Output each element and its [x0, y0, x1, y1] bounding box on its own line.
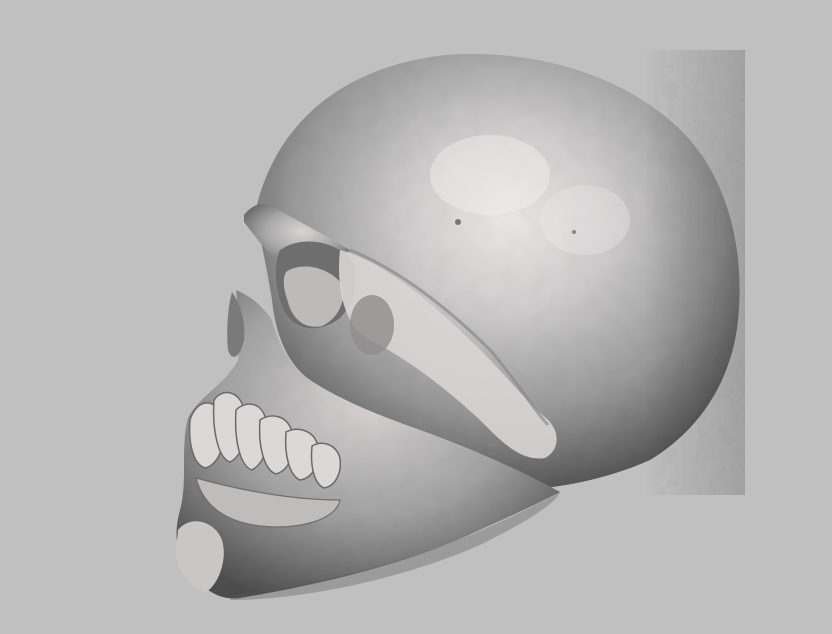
cranium-highlight: [430, 135, 550, 215]
cranium-highlight-2: [540, 185, 630, 255]
3d-viewport[interactable]: [0, 0, 832, 634]
temple-hollow: [350, 295, 394, 355]
surface-pit: [455, 219, 461, 225]
surface-pit: [572, 230, 576, 234]
skull-render: [0, 0, 832, 634]
